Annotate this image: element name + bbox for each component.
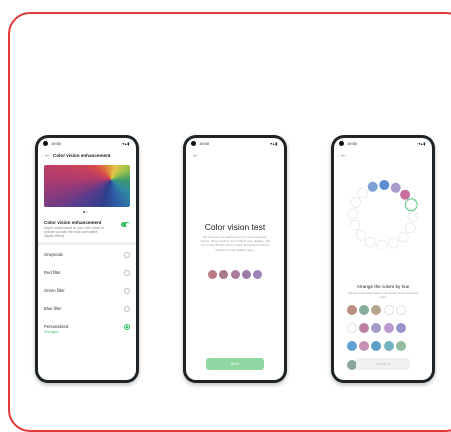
ring-empty-slot [404, 222, 416, 233]
feature-description: Adjust colors based on your color vision… [44, 226, 104, 238]
radio-button-selected[interactable] [124, 324, 130, 330]
option-blue-filter[interactable]: Blue filter [44, 306, 130, 320]
phone-color-vision-test: 19:50 ▾▴▮ ← Color vision test Do the tes… [183, 135, 287, 383]
arrange-description: Tap the color that looks most similar to… [347, 291, 419, 300]
option-personalized[interactable]: Personalized Test again [44, 324, 130, 338]
ring-empty-slot [407, 211, 419, 222]
option-label: Grayscale [44, 252, 63, 257]
option-label: Blue filter [44, 306, 62, 311]
camera-icon [191, 141, 196, 146]
option-label: Red filter [44, 270, 61, 275]
color-swatch [230, 270, 240, 279]
ring-color-dot [400, 189, 411, 200]
option-label: Personalized [44, 324, 69, 329]
feature-title: Color vision enhancement [44, 220, 102, 225]
ring-color-dot [367, 181, 378, 192]
radio-button[interactable] [124, 270, 130, 276]
phone-arrange-colors: 19:50 ▾▴▮ ← Arrange the colors by hue Ta… [331, 135, 435, 383]
camera-icon [43, 141, 48, 146]
ring-color-dot [379, 180, 390, 190]
phone-color-vision-enhancement: 19:50 ▾▴▮ ← Color vision enhancement Col… [35, 135, 139, 383]
status-bar: 19:50 ▾▴▮ [38, 138, 136, 148]
radio-button[interactable] [124, 252, 130, 258]
radio-button[interactable] [124, 288, 130, 294]
signal-battery-icon: ▾▴▮ [122, 141, 130, 146]
color-swatch [253, 270, 263, 279]
empty-choice [347, 323, 357, 334]
ring-empty-slot [350, 197, 362, 208]
ring-empty-slot [357, 187, 369, 199]
test-again-link[interactable]: Test again [44, 330, 59, 334]
test-description: Do the test in a well-lit room for more … [200, 235, 270, 252]
color-swatch [207, 270, 217, 279]
arrange-title: Arrange the colors by hue [356, 284, 410, 289]
color-choice[interactable] [371, 305, 382, 315]
divider [38, 242, 136, 245]
screen: 19:50 ▾▴▮ ← Color vision enhancement Col… [38, 138, 136, 380]
ring-empty-slot [387, 237, 399, 249]
radio-button[interactable] [124, 306, 130, 312]
page-indicator [82, 210, 88, 214]
color-choice[interactable] [347, 305, 357, 315]
ring-empty-slot [398, 231, 409, 243]
color-swatch [219, 270, 229, 279]
ring-empty-slot [355, 230, 367, 241]
empty-choice [395, 305, 406, 315]
screen: 19:50 ▾▴▮ ← Arrange the colors by hue Ta… [334, 138, 432, 380]
color-choice[interactable] [359, 341, 370, 352]
color-swatch [241, 270, 251, 279]
status-time: 19:50 [51, 141, 62, 146]
color-choice[interactable] [359, 305, 370, 315]
back-arrow-icon[interactable]: ← [192, 152, 199, 159]
ring-empty-slot [405, 199, 417, 210]
color-wheel-umbrella-image [44, 165, 130, 207]
color-choice[interactable] [383, 341, 394, 352]
signal-battery-icon: ▾▴▮ [270, 141, 278, 146]
ring-empty-slot [364, 236, 376, 248]
enhancement-toggle[interactable] [121, 222, 130, 227]
option-green-filter[interactable]: Green filter [44, 288, 130, 302]
empty-choice [383, 305, 394, 315]
color-choice[interactable] [347, 341, 357, 352]
color-choice[interactable] [359, 323, 370, 334]
color-choice[interactable] [371, 341, 382, 352]
back-arrow-icon[interactable]: ← [44, 152, 51, 159]
screen: 19:50 ▾▴▮ ← Color vision test Do the tes… [186, 138, 284, 380]
option-label: Green filter [44, 288, 65, 293]
confirm-button[interactable]: Confirm [356, 358, 410, 370]
ring-color-dot [390, 182, 401, 193]
status-time: 19:50 [199, 141, 210, 146]
option-grayscale[interactable]: Grayscale [44, 252, 130, 266]
color-choice[interactable] [371, 323, 382, 334]
color-choice[interactable] [395, 323, 406, 334]
ring-empty-slot [349, 220, 361, 231]
color-choice[interactable] [383, 323, 394, 334]
test-title: Color vision test [204, 222, 266, 232]
ring-empty-slot [347, 208, 359, 219]
option-red-filter[interactable]: Red filter [44, 270, 130, 284]
color-swatch-row [186, 266, 284, 284]
page-title: Color vision enhancement [53, 153, 111, 158]
color-choice[interactable] [395, 341, 406, 352]
status-bar: 19:50 ▾▴▮ [186, 138, 284, 148]
start-button[interactable]: Start [206, 358, 264, 370]
ring-empty-slot [376, 239, 388, 251]
